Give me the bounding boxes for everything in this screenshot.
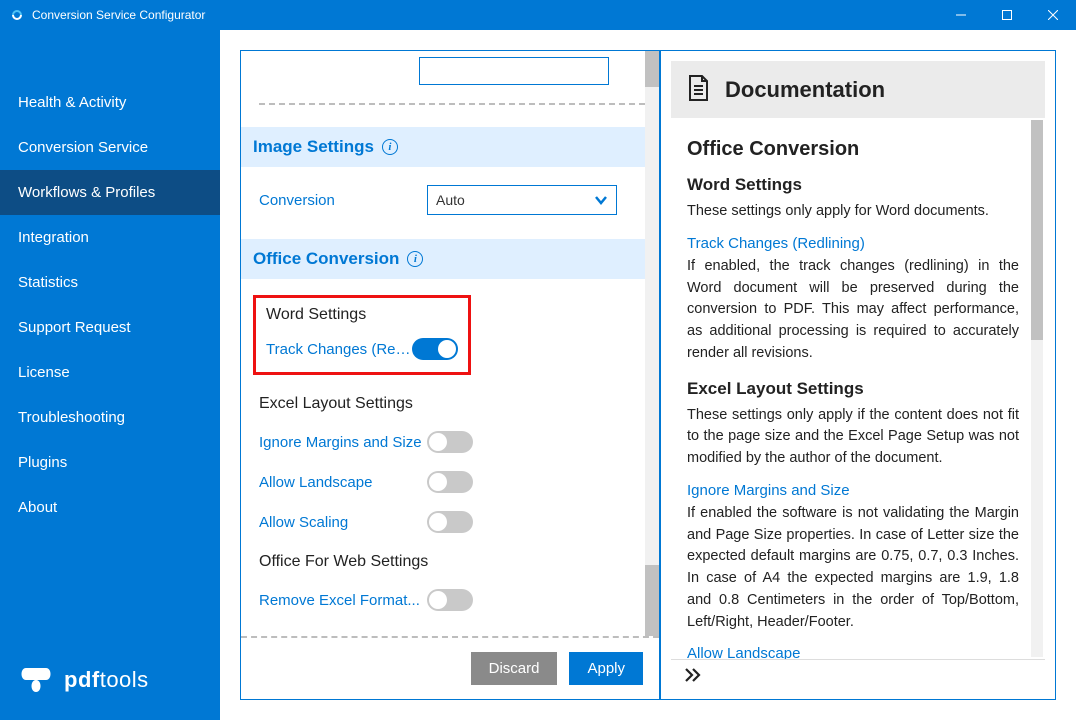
sidebar-item-plugins[interactable]: Plugins xyxy=(0,440,220,485)
sidebar: Health & Activity Conversion Service Wor… xyxy=(0,30,220,720)
documentation-pane: Documentation Office Conversion Word Set… xyxy=(661,51,1055,699)
allow-landscape-label: Allow Landscape xyxy=(259,474,427,491)
close-button[interactable] xyxy=(1030,0,1076,30)
documentation-title: Documentation xyxy=(725,77,885,103)
chevron-down-icon xyxy=(594,193,608,207)
ignore-margins-toggle[interactable] xyxy=(427,431,473,453)
remove-excel-toggle[interactable] xyxy=(427,589,473,611)
window-title: Conversion Service Configurator xyxy=(32,8,205,22)
track-changes-label: Track Changes (Redlini... xyxy=(266,341,412,358)
office-conversion-label: Office Conversion xyxy=(253,249,399,269)
ignore-margins-label: Ignore Margins and Size xyxy=(259,434,427,451)
sidebar-item-conversion-service[interactable]: Conversion Service xyxy=(0,125,220,170)
minimize-button[interactable] xyxy=(938,0,984,30)
titlebar: Conversion Service Configurator xyxy=(0,0,1076,30)
doc-h3-word: Word Settings xyxy=(687,175,1019,195)
conversion-label: Conversion xyxy=(259,192,427,209)
image-settings-header: Image Settings i xyxy=(241,127,659,167)
sidebar-item-about[interactable]: About xyxy=(0,485,220,530)
doc-ignore-p: If enabled the software is not validatin… xyxy=(687,503,1019,634)
discard-button[interactable]: Discard xyxy=(471,652,558,685)
allow-scaling-label: Allow Scaling xyxy=(259,514,427,531)
brand-logo: pdftools xyxy=(0,646,220,720)
previous-field-remnant xyxy=(419,57,609,85)
doc-link-allow-landscape[interactable]: Allow Landscape xyxy=(687,645,1019,659)
word-settings-heading: Word Settings xyxy=(266,306,458,324)
sidebar-item-integration[interactable]: Integration xyxy=(0,215,220,260)
maximize-button[interactable] xyxy=(984,0,1030,30)
excel-layout-heading: Excel Layout Settings xyxy=(259,395,645,413)
apply-button[interactable]: Apply xyxy=(569,652,643,685)
brand-suffix: tools xyxy=(100,667,149,692)
allow-scaling-toggle[interactable] xyxy=(427,511,473,533)
office-web-heading: Office For Web Settings xyxy=(259,553,645,571)
collapse-icon[interactable] xyxy=(683,665,703,688)
sidebar-item-troubleshooting[interactable]: Troubleshooting xyxy=(0,395,220,440)
document-icon xyxy=(687,75,709,104)
conversion-select[interactable]: Auto xyxy=(427,185,617,215)
conversion-value: Auto xyxy=(436,192,465,208)
doc-excel-p1: These settings only apply if the content… xyxy=(687,405,1019,470)
doc-h3-excel: Excel Layout Settings xyxy=(687,379,1019,399)
doc-scrollbar[interactable] xyxy=(1031,120,1043,657)
doc-track-p: If enabled, the track changes (redlining… xyxy=(687,256,1019,365)
brand-prefix: pdf xyxy=(64,667,100,692)
info-icon[interactable]: i xyxy=(407,251,423,267)
sidebar-item-license[interactable]: License xyxy=(0,350,220,395)
doc-link-ignore-margins[interactable]: Ignore Margins and Size xyxy=(687,482,1019,499)
info-icon[interactable]: i xyxy=(382,139,398,155)
remove-excel-label: Remove Excel Format... xyxy=(259,592,427,609)
sidebar-item-health[interactable]: Health & Activity xyxy=(0,80,220,125)
allow-landscape-toggle[interactable] xyxy=(427,471,473,493)
pdftools-icon xyxy=(18,666,54,694)
highlighted-word-settings: Word Settings Track Changes (Redlini... xyxy=(253,295,471,375)
app-logo-icon xyxy=(10,8,24,22)
settings-scrollbar[interactable] xyxy=(645,51,659,636)
office-conversion-header: Office Conversion i xyxy=(241,239,659,279)
doc-h2-office: Office Conversion xyxy=(687,138,1019,161)
track-changes-toggle[interactable] xyxy=(412,338,458,360)
doc-link-track-changes[interactable]: Track Changes (Redlining) xyxy=(687,235,1019,252)
settings-pane: Image Settings i Conversion Auto Office … xyxy=(241,51,661,699)
sidebar-item-support[interactable]: Support Request xyxy=(0,305,220,350)
sidebar-item-workflows[interactable]: Workflows & Profiles xyxy=(0,170,220,215)
sidebar-item-statistics[interactable]: Statistics xyxy=(0,260,220,305)
doc-word-p1: These settings only apply for Word docum… xyxy=(687,201,1019,223)
image-settings-label: Image Settings xyxy=(253,137,374,157)
